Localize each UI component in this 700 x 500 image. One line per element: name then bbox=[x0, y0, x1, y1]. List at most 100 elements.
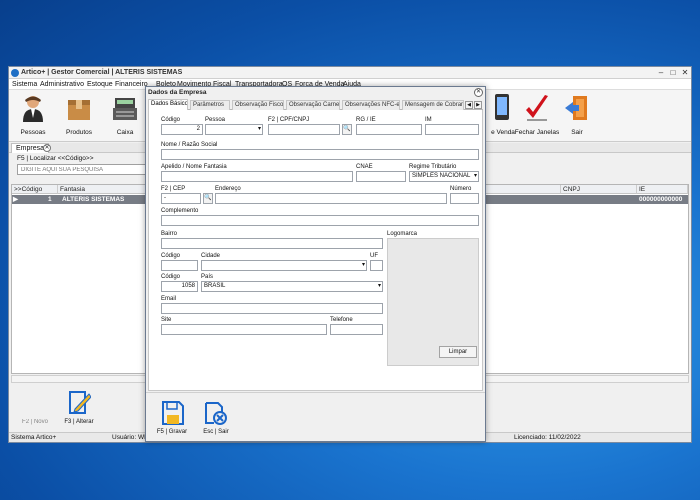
endereco-field[interactable] bbox=[215, 193, 447, 204]
dialog-title: Dados da Empresa bbox=[146, 87, 485, 98]
telefone-label: Telefone bbox=[330, 317, 353, 323]
row-ie: 000000000000 bbox=[639, 196, 683, 203]
sair-dialog-label: Esc | Sair bbox=[203, 429, 229, 435]
menu-estoque[interactable]: Estoque bbox=[87, 79, 113, 90]
complemento-field[interactable] bbox=[161, 215, 479, 226]
site-field[interactable] bbox=[161, 324, 327, 335]
dialog-tabs: Dados Básico Parâmetros Observação Fisco… bbox=[148, 99, 483, 110]
nome-fantasia-label: Apelido / Nome Fantasia bbox=[161, 164, 227, 170]
complemento-label: Complemento bbox=[161, 208, 199, 214]
status-app: Sistema Artico+ bbox=[11, 434, 57, 441]
row-indicator-icon: ▶ bbox=[13, 196, 18, 203]
pessoas-button[interactable]: Pessoas bbox=[9, 92, 57, 140]
codigo-field[interactable]: 2 bbox=[161, 124, 203, 135]
maximize-button[interactable]: □ bbox=[667, 67, 679, 79]
dialog-bottom-bar: F5 | Gravar Esc | Sair bbox=[146, 392, 485, 441]
person-icon bbox=[23, 96, 43, 122]
regime-tributario-select[interactable]: SIMPLES NACIONAL bbox=[409, 171, 479, 182]
site-label: Site bbox=[161, 317, 172, 323]
cep-field[interactable]: - bbox=[161, 193, 201, 204]
cnae-field[interactable] bbox=[356, 171, 406, 182]
cep-search-icon[interactable]: 🔍 bbox=[203, 193, 213, 204]
menu-sistema[interactable]: Sistema bbox=[12, 79, 37, 90]
endereco-label: Endereço bbox=[215, 186, 241, 192]
checkmark-icon bbox=[526, 95, 548, 121]
tab-observacoes-nfce[interactable]: Observações NFC-e bbox=[342, 100, 400, 110]
im-label: IM bbox=[425, 117, 432, 123]
tab-prev-icon[interactable]: ◀ bbox=[465, 101, 473, 109]
edit-pencil-icon bbox=[69, 391, 91, 414]
search-input[interactable] bbox=[17, 164, 151, 175]
bairro-field[interactable] bbox=[161, 238, 383, 249]
cep-label: F2 | CEP bbox=[161, 186, 186, 192]
close-window-button[interactable]: ✕ bbox=[679, 67, 691, 79]
codigo-pais-label: Código bbox=[161, 274, 181, 280]
tab-parametros[interactable]: Parâmetros bbox=[190, 100, 230, 110]
pessoas-label: Pessoas bbox=[20, 129, 46, 136]
dialog-close-icon[interactable]: ✕ bbox=[474, 88, 483, 97]
codigo-cidade-label: Código bbox=[161, 253, 181, 259]
sair-dialog-button[interactable]: Esc | Sair bbox=[194, 399, 238, 439]
status-license: Licenciado: 11/02/2022 bbox=[514, 434, 581, 441]
minimize-button[interactable]: – bbox=[655, 67, 667, 79]
novo-button[interactable]: F2 | Novo bbox=[13, 387, 57, 429]
telefone-field[interactable] bbox=[330, 324, 383, 335]
numero-field[interactable] bbox=[450, 193, 479, 204]
sair-button[interactable]: Sair bbox=[553, 92, 601, 140]
sair-label: Sair bbox=[571, 129, 583, 136]
cpf-cnpj-label: F2 | CPF/CNPJ bbox=[268, 117, 310, 123]
uf-label: UF bbox=[370, 253, 378, 259]
column-ie[interactable]: IE bbox=[637, 185, 688, 194]
codigo-pais-field[interactable]: 1058 bbox=[161, 281, 198, 292]
pais-label: País bbox=[201, 274, 214, 280]
alterar-button[interactable]: F3 | Alterar bbox=[57, 387, 101, 429]
email-label: Email bbox=[161, 296, 177, 302]
tab-dados-basico[interactable]: Dados Básico bbox=[148, 99, 188, 110]
cpf-search-icon[interactable]: 🔍 bbox=[342, 124, 352, 135]
close-tab-icon[interactable]: ✕ bbox=[43, 144, 51, 152]
exit-door-icon bbox=[565, 96, 587, 120]
column-codigo[interactable]: >>Código bbox=[12, 185, 58, 194]
cidade-select[interactable] bbox=[201, 260, 367, 271]
limpar-button[interactable]: Limpar bbox=[439, 346, 477, 358]
produtos-label: Produtos bbox=[65, 129, 93, 136]
razao-social-label: Nome / Razão Social bbox=[161, 142, 218, 148]
tab-next-icon[interactable]: ▶ bbox=[474, 101, 482, 109]
codigo-label: Código bbox=[161, 117, 181, 123]
tab-observacao-fisco[interactable]: Observação Fisco bbox=[232, 100, 284, 110]
pessoa-label: Pessoa bbox=[205, 117, 226, 123]
cancel-icon bbox=[205, 402, 227, 425]
floppy-disk-icon bbox=[162, 401, 184, 425]
pessoa-select[interactable] bbox=[205, 124, 263, 135]
logomarca-label: Logomarca bbox=[387, 231, 418, 237]
im-field[interactable] bbox=[425, 124, 479, 135]
column-cnpj[interactable]: CNPJ bbox=[561, 185, 637, 194]
cpf-cnpj-field[interactable] bbox=[268, 124, 340, 135]
menu-financeiro[interactable]: Financeiro bbox=[115, 79, 148, 90]
phone-icon bbox=[495, 94, 509, 120]
razao-social-field[interactable] bbox=[161, 149, 479, 160]
produtos-button[interactable]: Produtos bbox=[55, 92, 103, 140]
uf-field[interactable] bbox=[370, 260, 383, 271]
menu-administrativo[interactable]: Administrativo bbox=[40, 79, 84, 90]
novo-label: F2 | Novo bbox=[22, 419, 48, 425]
row-fantasia: ALTERIS SISTEMAS bbox=[62, 196, 125, 203]
caixa-button[interactable]: Caixa bbox=[101, 92, 149, 140]
gravar-label: F5 | Gravar bbox=[156, 429, 188, 435]
tab-observacao-carne[interactable]: Observação Carne bbox=[286, 100, 340, 110]
dados-basico-panel: Código 2 Pessoa F2 | CPF/CNPJ 🔍 RG / IE … bbox=[148, 110, 483, 391]
cidade-label: Cidade bbox=[201, 253, 221, 259]
rg-ie-field[interactable] bbox=[356, 124, 422, 135]
regime-tributario-label: Regime Tributário bbox=[409, 164, 457, 170]
nome-fantasia-field[interactable] bbox=[161, 171, 353, 182]
pais-select[interactable]: BRASIL bbox=[201, 281, 383, 292]
gravar-button[interactable]: F5 | Gravar bbox=[150, 399, 194, 439]
dados-empresa-dialog: Dados da Empresa ✕ Dados Básico Parâmetr… bbox=[145, 86, 486, 442]
row-codigo: 1 bbox=[48, 196, 52, 203]
tab-mensagem-cobranca[interactable]: Mensagem de Cobrança bbox=[402, 100, 464, 110]
codigo-cidade-field[interactable] bbox=[161, 260, 198, 271]
email-field[interactable] bbox=[161, 303, 383, 314]
rg-ie-label: RG / IE bbox=[356, 117, 376, 123]
cnae-label: CNAE bbox=[356, 164, 373, 170]
box-icon bbox=[68, 100, 90, 120]
